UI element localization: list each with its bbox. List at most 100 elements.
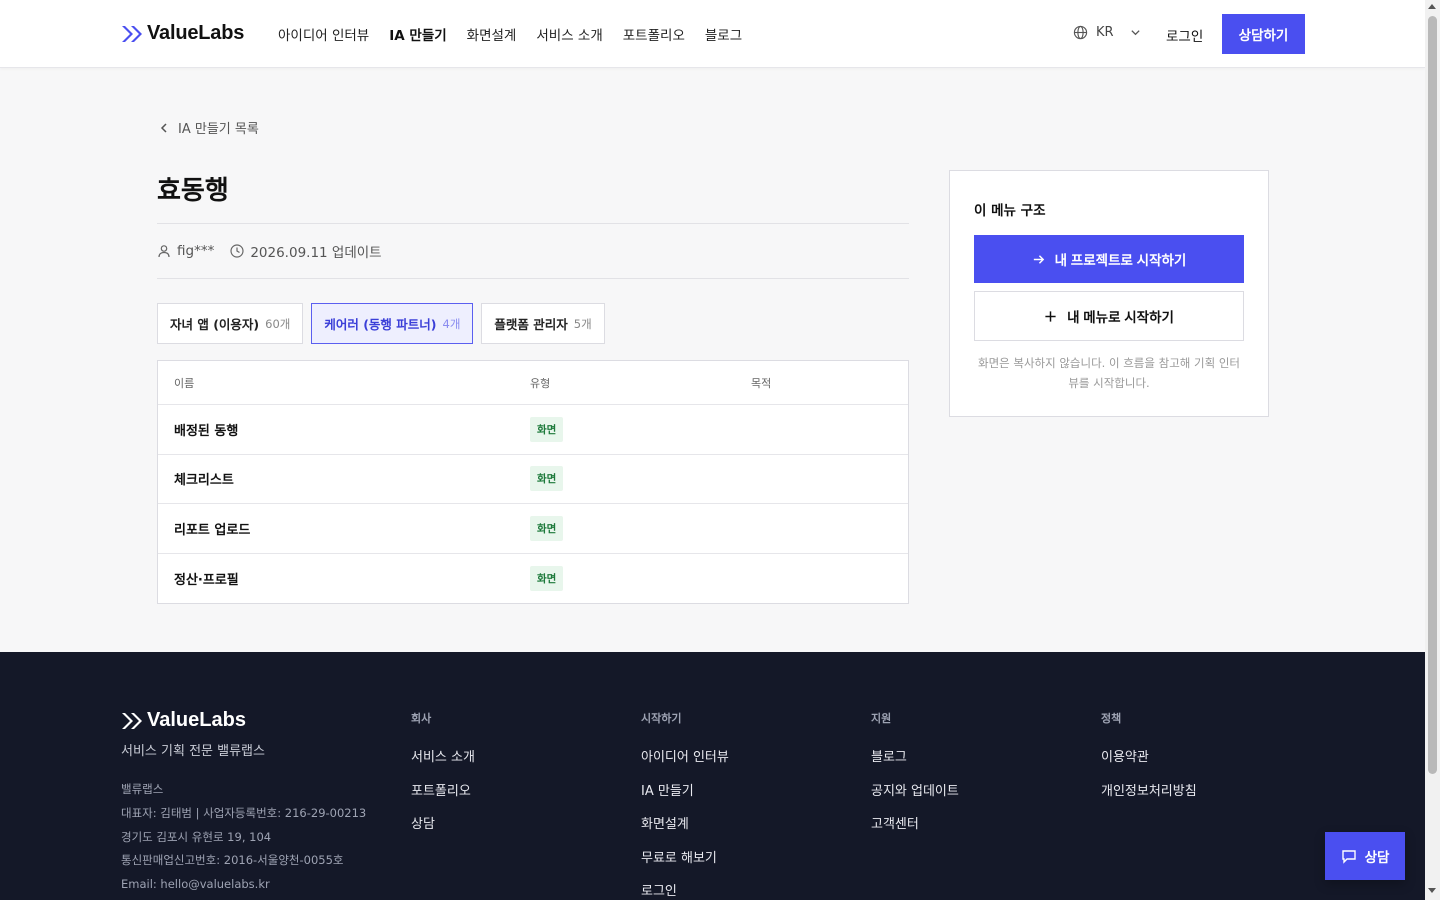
menu-structure-panel: 이 메뉴 구조 내 프로젝트로 시작하기 내 메뉴로 시작하기 화면은 복사하지…	[949, 170, 1269, 417]
chevron-down-icon	[1130, 30, 1140, 36]
company-address: 경기도 김포시 유현로 19, 104	[121, 829, 272, 844]
page-scrollbar[interactable]	[1425, 0, 1440, 900]
footer-column-heading: 시작하기	[641, 712, 682, 725]
divider	[157, 278, 909, 279]
table-row[interactable]: 리포트 업로드 화면	[158, 504, 908, 554]
tab-label: 케어러 (동행 파트너)	[324, 317, 437, 332]
footer-link[interactable]: 아이디어 인터뷰	[641, 746, 729, 765]
tab-count: 4개	[442, 316, 461, 331]
author-name: fig***	[177, 243, 215, 259]
footer-link[interactable]: IA 만들기	[641, 780, 729, 799]
panel-note: 화면은 복사하지 않습니다. 이 흐름을 참고해 기획 인터뷰를 시작합니다.	[977, 356, 1240, 390]
language-selector[interactable]: KR	[1073, 25, 1141, 40]
start-with-project-button[interactable]: 내 프로젝트로 시작하기	[974, 235, 1244, 283]
tab-count: 60개	[265, 316, 291, 331]
button-label: 내 프로젝트로 시작하기	[1054, 253, 1187, 268]
page-title: 효동행	[157, 176, 229, 206]
site-header: ValueLabs 아이디어 인터뷰 IA 만들기 화면설계 서비스 소개 포트…	[0, 0, 1425, 68]
footer-column-support: 지원 블로그 공지와 업데이트 고객센터	[871, 710, 959, 847]
table-row[interactable]: 체크리스트 화면	[158, 455, 908, 504]
main-nav: 아이디어 인터뷰 IA 만들기 화면설계 서비스 소개 포트폴리오 블로그	[278, 24, 742, 44]
screen-table: 이름 유형 목적 배정된 동행 화면 체크리스트 화면 리포트 업로드 화면 정…	[157, 360, 909, 604]
scroll-down-arrow-icon[interactable]	[1428, 888, 1436, 893]
footer-column-policy: 정책 이용약관 개인정보처리방침	[1101, 710, 1197, 813]
brand-logo[interactable]: ValueLabs	[121, 22, 244, 45]
footer-link[interactable]: 포트폴리오	[411, 780, 475, 799]
footer-link[interactable]: 개인정보처리방침	[1101, 780, 1197, 799]
logo-chevrons-icon	[122, 712, 142, 729]
nav-screen-design[interactable]: 화면설계	[467, 24, 517, 44]
footer-link[interactable]: 블로그	[871, 746, 959, 765]
row-name: 체크리스트	[174, 473, 234, 489]
company-info: 밸류랩스 대표자: 김태범 | 사업자등록번호: 216-29-00213 경기…	[121, 778, 366, 897]
page-meta: fig*** 2026.09.11 업데이트	[157, 241, 382, 261]
footer-link[interactable]: 무료로 해보기	[641, 847, 729, 866]
footer-link[interactable]: 서비스 소개	[411, 746, 475, 765]
language-code: KR	[1096, 25, 1114, 40]
brand-name: ValueLabs	[147, 22, 245, 44]
footer-logo[interactable]: ValueLabs	[121, 709, 246, 732]
table-row[interactable]: 배정된 동행 화면	[158, 405, 908, 455]
company-name: 밸류랩스	[121, 782, 164, 796]
arrow-right-icon	[1033, 254, 1044, 264]
floating-button-label: 상담	[1364, 850, 1390, 866]
panel-title: 이 메뉴 구조	[974, 203, 1046, 219]
type-badge: 화면	[530, 565, 564, 591]
footer-column-company: 회사 서비스 소개 포트폴리오 상담	[411, 710, 475, 847]
tab-carer[interactable]: 케어러 (동행 파트너) 4개	[311, 303, 474, 344]
footer-column-start: 시작하기 아이디어 인터뷰 IA 만들기 화면설계 무료로 해보기 로그인	[641, 710, 729, 900]
nav-ia-builder[interactable]: IA 만들기	[389, 24, 446, 44]
tab-platform-admin[interactable]: 플랫폼 관리자 5개	[481, 303, 605, 344]
row-type: 화면	[514, 416, 735, 442]
consult-button[interactable]: 상담하기	[1222, 14, 1305, 54]
floating-consult-button[interactable]: 상담	[1325, 832, 1405, 880]
footer-tagline: 서비스 기획 전문 밸류랩스	[121, 744, 265, 759]
type-badge: 화면	[530, 466, 564, 492]
column-header-name: 이름	[174, 376, 195, 390]
footer-link[interactable]: 상담	[411, 813, 475, 832]
column-header-purpose: 목적	[751, 376, 772, 390]
globe-icon	[1073, 25, 1088, 40]
back-label: IA 만들기 목록	[178, 122, 259, 137]
footer-link[interactable]: 공지와 업데이트	[871, 780, 959, 799]
tab-child-app[interactable]: 자녀 앱 (이용자) 60개	[157, 303, 304, 344]
footer-link[interactable]: 화면설계	[641, 813, 729, 832]
updated-info: 2026.09.11 업데이트	[230, 241, 382, 261]
scroll-up-arrow-icon[interactable]	[1428, 4, 1436, 9]
footer-column-heading: 회사	[411, 712, 432, 725]
table-row[interactable]: 정산·프로필 화면	[158, 554, 908, 604]
footer-brand-name: ValueLabs	[147, 709, 246, 731]
type-badge: 화면	[530, 416, 564, 442]
footer-link[interactable]: 로그인	[641, 880, 729, 899]
footer-column-heading: 정책	[1101, 712, 1122, 725]
author-info: fig***	[157, 243, 214, 259]
row-type: 화면	[514, 515, 735, 541]
tab-count: 5개	[573, 316, 592, 331]
footer-link[interactable]: 고객센터	[871, 813, 959, 832]
scrollbar-thumb[interactable]	[1428, 16, 1437, 774]
company-ceo-registration: 대표자: 김태범 | 사업자등록번호: 216-29-00213	[121, 805, 367, 820]
tab-label: 자녀 앱 (이용자)	[170, 317, 260, 332]
nav-portfolio[interactable]: 포트폴리오	[623, 24, 685, 44]
type-badge: 화면	[530, 515, 564, 541]
site-footer: ValueLabs 서비스 기획 전문 밸류랩스 밸류랩스 대표자: 김태범 |…	[0, 652, 1425, 900]
chat-bubble-icon	[1341, 850, 1356, 864]
logo-chevrons-icon	[122, 25, 142, 42]
updated-date: 2026.09.11 업데이트	[250, 245, 382, 261]
back-to-list-link[interactable]: IA 만들기 목록	[158, 118, 259, 137]
footer-column-heading: 지원	[871, 712, 892, 725]
button-label: 내 메뉴로 시작하기	[1067, 310, 1174, 325]
footer-link[interactable]: 이용약관	[1101, 746, 1197, 765]
user-icon	[158, 245, 170, 258]
row-type: 화면	[514, 565, 735, 591]
row-name: 정산·프로필	[174, 572, 239, 588]
login-link[interactable]: 로그인	[1166, 25, 1203, 45]
clock-icon	[230, 244, 244, 258]
chevron-left-icon	[160, 122, 167, 133]
nav-blog[interactable]: 블로그	[705, 24, 742, 44]
start-with-menu-button[interactable]: 내 메뉴로 시작하기	[974, 291, 1244, 341]
row-name: 배정된 동행	[174, 423, 239, 439]
nav-idea-interview[interactable]: 아이디어 인터뷰	[278, 24, 369, 44]
nav-service-intro[interactable]: 서비스 소개	[536, 24, 602, 44]
company-commerce-number: 통신판매업신고번호: 2016-서울양천-0055호	[121, 853, 344, 868]
